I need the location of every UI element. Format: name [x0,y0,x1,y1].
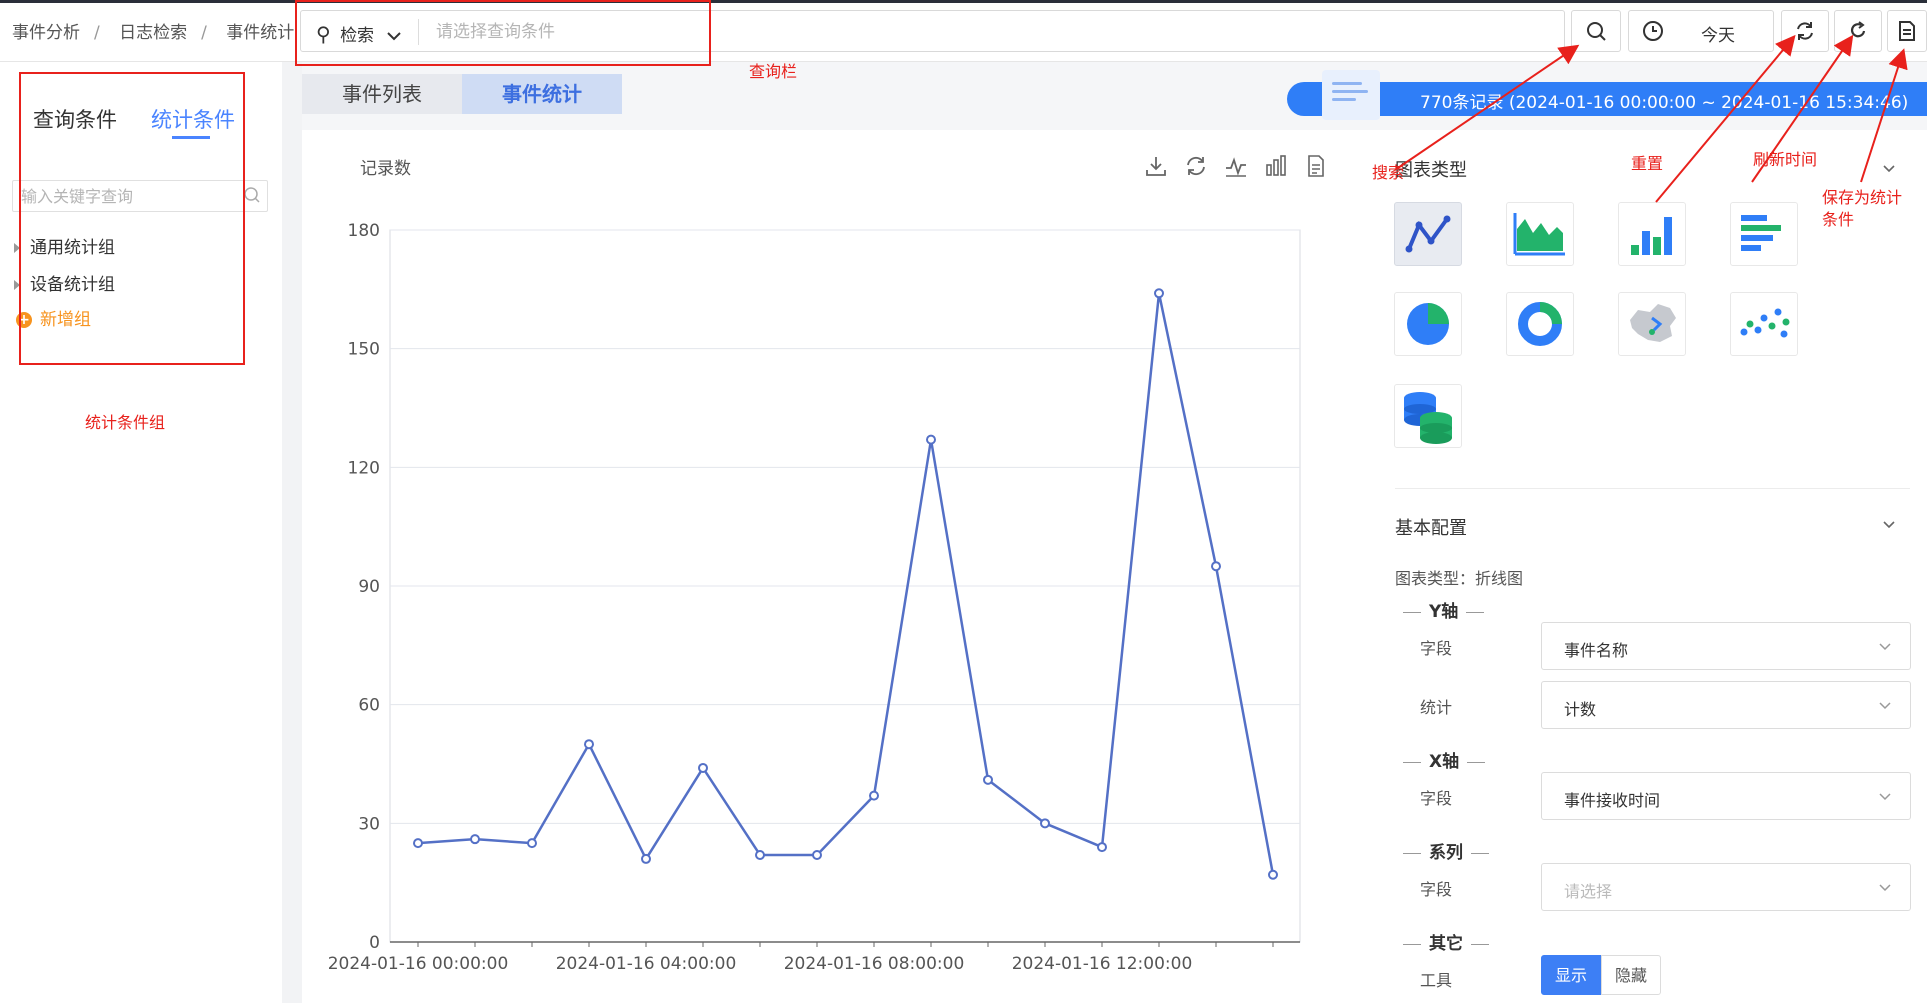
stat-group-highlight-box [19,72,245,365]
top-accent-line [0,0,1927,3]
toolbox-show-button[interactable]: 显示 [1541,955,1601,995]
section-divider [1395,488,1910,489]
toolbox-label: 工具 [1420,971,1453,990]
x-axis-group-title: X轴 [1395,747,1493,772]
chevron-down-icon [1879,702,1891,710]
area-chart-type-icon[interactable] [1506,202,1574,266]
tab-event-stats[interactable]: 事件统计 [462,74,622,114]
select-value: 事件接收时间 [1564,791,1661,810]
chart-toolbox [1143,153,1329,179]
breadcrumb-item[interactable]: 日志检索 [119,23,187,43]
series-title: 系列 [1429,843,1463,863]
chevron-down-icon [1879,884,1891,892]
save-as-stat-annotation: 保存为统计 条件 [1822,188,1903,230]
y-axis-title: Y轴 [1429,602,1459,622]
records-summary-text: 770条记录 (2024-01-16 00:00:00 ~ 2024-01-16… [1420,93,1909,113]
breadcrumb-item: 事件统计 [226,23,295,43]
line-chart-icon[interactable] [1223,153,1249,179]
chart-type-section-title: 图表类型 [1395,160,1467,181]
bar-chart-icon[interactable] [1263,153,1289,179]
line-chart-type-icon[interactable] [1394,202,1462,266]
y-axis-group-title: Y轴 [1395,597,1492,622]
chart-card [302,130,1327,1003]
x-axis-field-select[interactable]: 事件接收时间 [1541,772,1911,820]
reset-button[interactable] [1781,10,1829,52]
y-axis-stat-select[interactable]: 计数 [1541,681,1911,729]
chevron-down-icon[interactable] [1882,518,1896,532]
pie-chart-type-icon[interactable] [1394,292,1462,356]
search-icon [1587,22,1606,41]
download-icon[interactable] [1143,153,1169,179]
reset-icon [1797,22,1813,40]
basic-config-section-title: 基本配置 [1395,518,1467,539]
select-value: 事件名称 [1564,641,1629,660]
panel-gutter [282,62,302,1003]
refresh-icon[interactable] [1183,153,1209,179]
search-icon[interactable] [243,186,261,204]
select-value: 计数 [1564,700,1597,719]
time-range-picker[interactable]: 今天 [1628,10,1774,52]
y-axis-field-label: 字段 [1420,639,1453,658]
breadcrumb: 事件分析 / 日志检索 / 事件统计 [12,23,295,43]
chart-y-axis-title: 记录数 [360,159,411,179]
reset-annotation: 重置 [1631,154,1664,173]
other-group-title: 其它 [1395,929,1497,954]
refresh-time-annotation: 刷新时间 [1753,150,1818,169]
records-document-icon [1322,70,1380,120]
database-chart-type-icon[interactable] [1394,384,1462,448]
scatter-chart-type-icon[interactable] [1730,292,1798,356]
clock-icon [1643,21,1663,41]
document-icon[interactable] [1303,153,1329,179]
y-axis-stat-label: 统计 [1420,698,1453,717]
x-axis-title: X轴 [1429,752,1460,772]
series-group-title: 系列 [1395,838,1497,863]
bar-chart-type-icon[interactable] [1618,202,1686,266]
chart-type-readout: 图表类型：折线图 [1395,569,1524,588]
horizontal-bar-chart-type-icon[interactable] [1730,202,1798,266]
query-bar-highlight-box [295,0,711,66]
refresh-time-button[interactable] [1834,10,1882,52]
time-range-label: 今天 [1701,26,1735,46]
chevron-down-icon[interactable] [1882,162,1896,176]
series-field-label: 字段 [1420,880,1453,899]
other-title: 其它 [1429,934,1463,954]
chevron-down-icon [1879,643,1891,651]
stat-group-annotation: 统计条件组 [85,413,166,432]
chevron-down-icon [1879,793,1891,801]
x-axis-field-label: 字段 [1420,789,1453,808]
document-icon [1899,21,1915,41]
search-annotation: 搜索 [1372,163,1405,182]
map-chart-type-icon[interactable] [1618,292,1686,356]
save-as-stat-button[interactable] [1887,10,1927,52]
y-axis-field-select[interactable]: 事件名称 [1541,622,1911,670]
search-button[interactable] [1571,10,1621,52]
query-bar-annotation: 查询栏 [749,62,798,81]
toolbox-hide-button[interactable]: 隐藏 [1601,955,1661,995]
select-placeholder: 请选择 [1564,882,1613,901]
tab-event-list[interactable]: 事件列表 [302,74,462,114]
top-bar: 事件分析/ 日志检索/ 事件统计 ⚲ 检索 今天 [0,0,1927,62]
series-field-select[interactable]: 请选择 [1541,863,1911,911]
breadcrumb-item[interactable]: 事件分析 [12,23,80,43]
donut-chart-type-icon[interactable] [1506,292,1574,356]
refresh-icon [1850,21,1866,38]
